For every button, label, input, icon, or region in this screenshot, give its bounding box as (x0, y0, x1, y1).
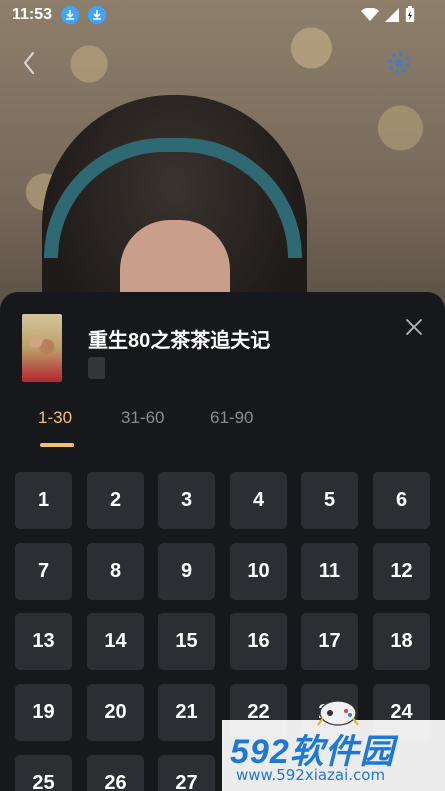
episode-button[interactable]: 5 (301, 472, 358, 529)
episode-button[interactable]: 9 (158, 543, 215, 600)
episode-button[interactable]: 7 (15, 543, 72, 600)
close-icon[interactable] (403, 316, 425, 338)
episode-button[interactable]: 6 (373, 472, 430, 529)
status-bar: 11:53 (0, 0, 445, 30)
episode-button[interactable]: 13 (15, 613, 72, 670)
episode-button[interactable]: 2 (87, 472, 144, 529)
status-time: 11:53 (12, 6, 53, 23)
episode-button[interactable]: 1 (15, 472, 72, 529)
tab-episodes-61-90[interactable]: 61-90 (210, 408, 253, 428)
series-tag (88, 357, 105, 379)
signal-icon (385, 7, 399, 22)
episode-button[interactable]: 27 (158, 755, 215, 791)
episode-button[interactable]: 8 (87, 543, 144, 600)
episode-button[interactable]: 10 (230, 543, 287, 600)
episode-button[interactable]: 4 (230, 472, 287, 529)
watermark: 592软件园 www.592xiazai.com (222, 720, 445, 791)
episode-button[interactable]: 11 (301, 543, 358, 600)
gear-icon[interactable] (386, 50, 412, 76)
wifi-icon (361, 7, 379, 21)
tab-episodes-31-60[interactable]: 31-60 (121, 408, 164, 428)
episode-button[interactable]: 26 (87, 755, 144, 791)
back-icon[interactable] (18, 48, 40, 78)
episode-button[interactable]: 14 (87, 613, 144, 670)
active-tab-indicator (40, 443, 74, 447)
episode-button[interactable]: 15 (158, 613, 215, 670)
episode-button[interactable]: 20 (87, 684, 144, 741)
episode-button[interactable]: 25 (15, 755, 72, 791)
tab-episodes-1-30[interactable]: 1-30 (38, 408, 72, 428)
episode-button[interactable]: 19 (15, 684, 72, 741)
episode-button[interactable]: 3 (158, 472, 215, 529)
download-icon (61, 6, 79, 24)
episode-button[interactable]: 12 (373, 543, 430, 600)
episode-button[interactable]: 18 (373, 613, 430, 670)
episode-button[interactable]: 16 (230, 613, 287, 670)
watermark-url: www.592xiazai.com (236, 766, 386, 784)
battery-icon (405, 6, 415, 22)
download-icon (88, 6, 106, 24)
episode-panel: 重生80之茶茶追夫记 1-30 31-60 61-90 1 2 3 4 5 6 … (0, 292, 445, 791)
series-poster (22, 314, 62, 382)
episode-button[interactable]: 17 (301, 613, 358, 670)
episode-button[interactable]: 21 (158, 684, 215, 741)
series-title: 重生80之茶茶追夫记 (88, 330, 271, 352)
gamepad-mascot-icon (317, 700, 359, 726)
